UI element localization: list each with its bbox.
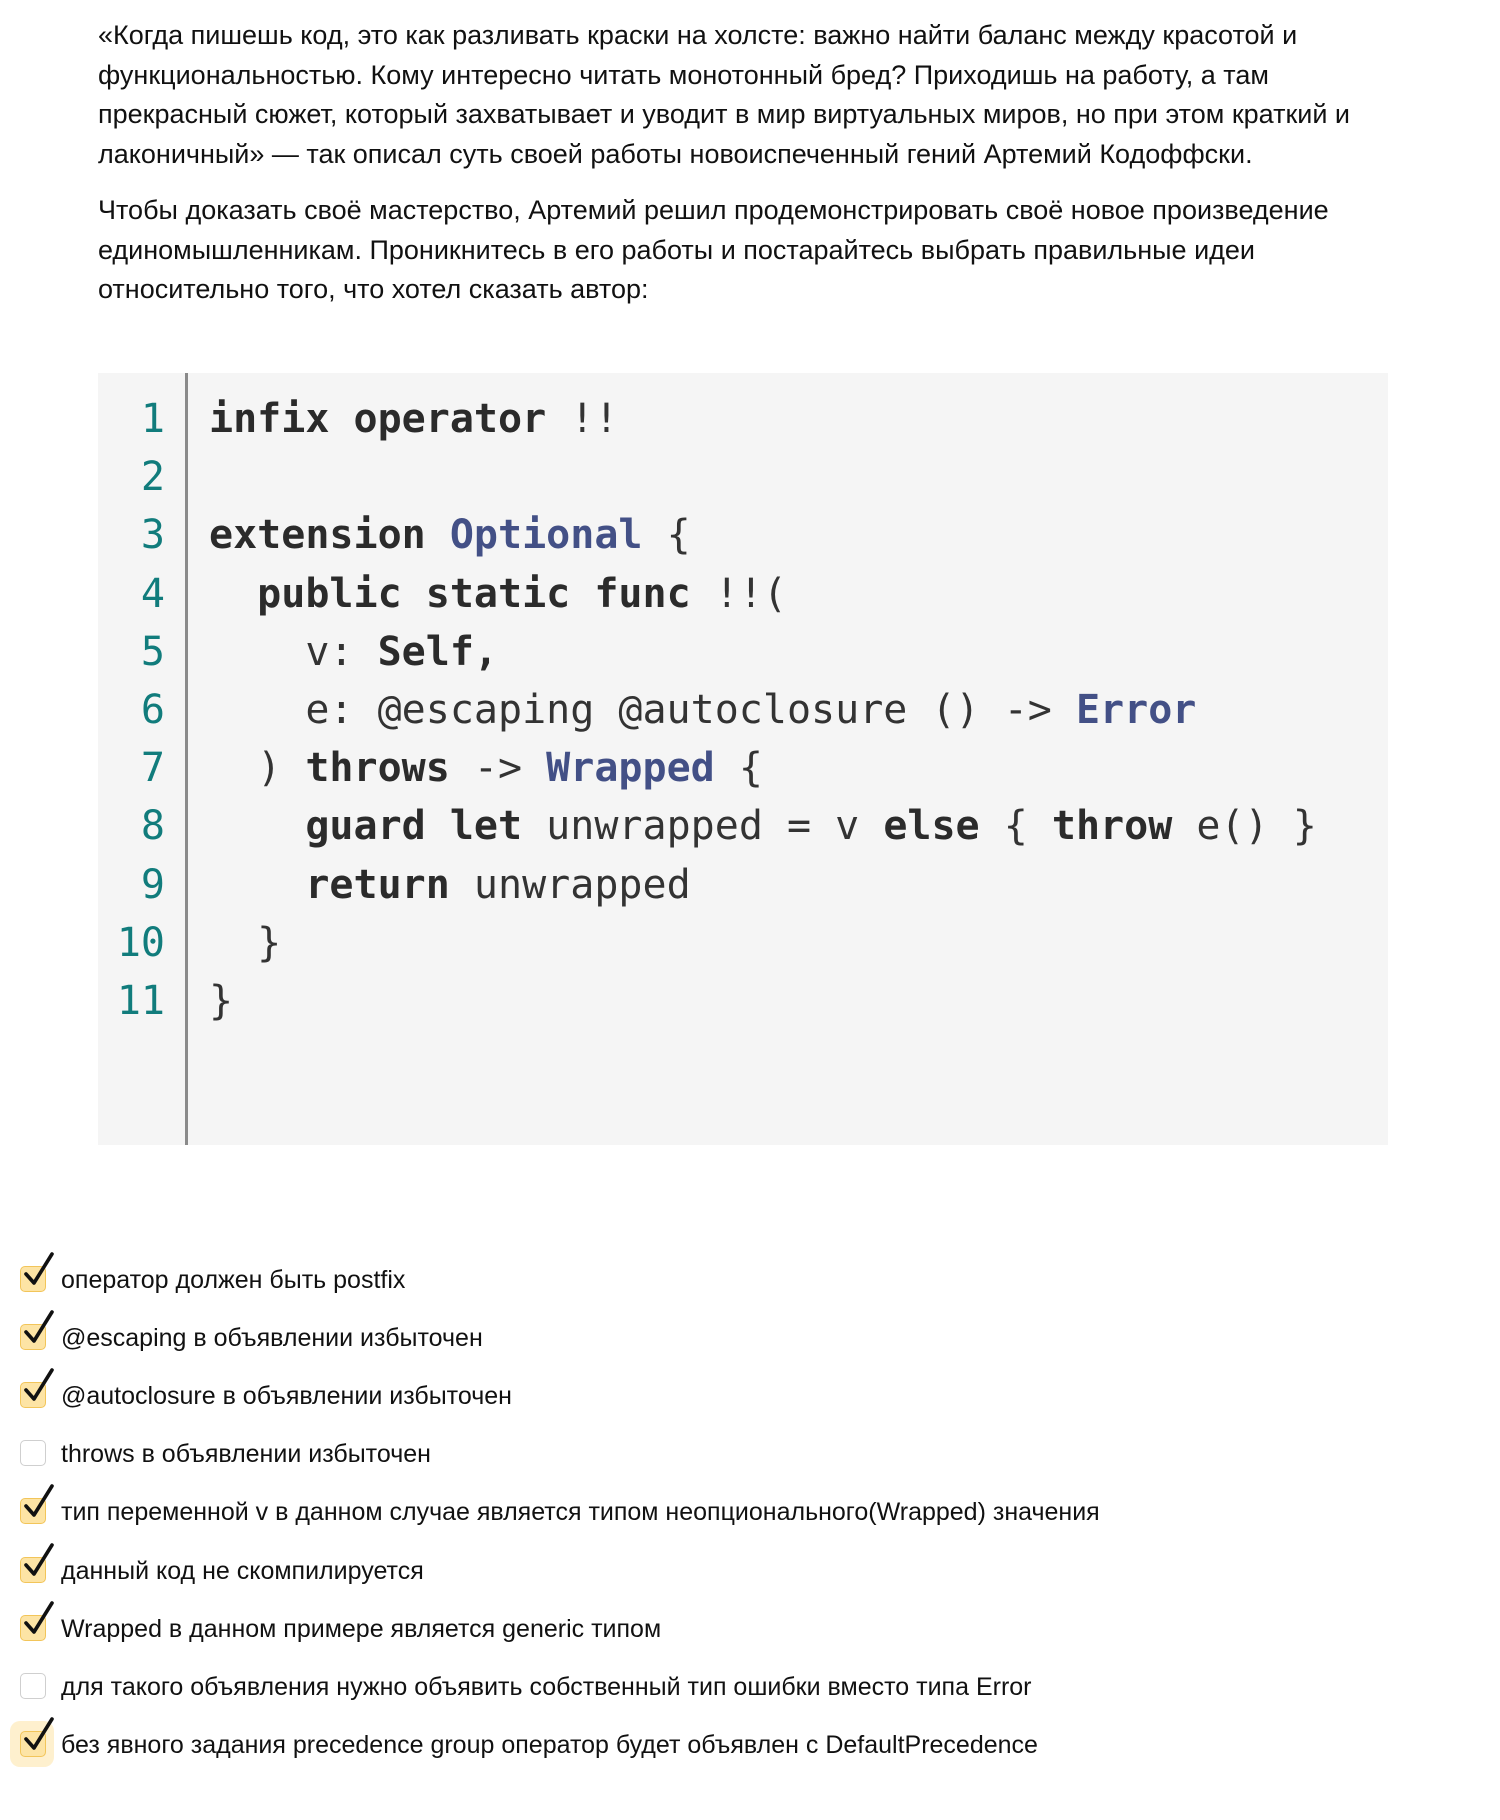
option-label: Wrapped в данном примере является generi… [61, 1614, 662, 1643]
question-text: «Когда пишешь код, это как разливать кра… [98, 16, 1398, 310]
checkmark-icon [24, 1368, 54, 1401]
option-label: для такого объявления нужно объявить соб… [61, 1672, 1032, 1701]
code-token: e: @escaping @autoclosure () -> [209, 687, 1076, 733]
line-number: 7 [140, 745, 165, 792]
gutter-divider [185, 373, 188, 1145]
checkbox[interactable] [20, 1440, 46, 1467]
line-number: 10 [116, 919, 165, 966]
code-line: guard let unwrapped = v else { throw e()… [209, 801, 1317, 851]
checkmark-icon [24, 1310, 54, 1343]
code-token: public static func [257, 570, 691, 617]
code-token: throws [305, 745, 450, 792]
answer-option[interactable]: для такого объявления нужно объявить соб… [18, 1669, 1318, 1709]
line-number: 4 [140, 570, 165, 617]
code-token: throw [1051, 803, 1173, 850]
answer-option[interactable]: данный код не скомпилируется [18, 1542, 1318, 1593]
intro-paragraph-2: Чтобы доказать своё мастерство, Артемий … [98, 195, 1329, 304]
option-label: throws в объявлении избыточен [61, 1440, 431, 1469]
option-label: оператор должен быть postfix [61, 1266, 406, 1294]
line-number: 8 [140, 803, 165, 850]
option-label: тип переменной v в данном случае являетс… [61, 1498, 1100, 1527]
code-token: Error [1075, 687, 1197, 733]
line-number: 2 [140, 454, 165, 501]
intro-paragraph-1: «Когда пишешь код, это как разливать кра… [98, 20, 1351, 169]
code-token: return [305, 861, 450, 908]
code-line: infix operator !! [209, 394, 618, 444]
code-block: 1 2 3 4 5 6 7 8 9 10 11 infix operator !! extension… [98, 373, 1388, 1145]
line-number: 5 [140, 628, 165, 675]
code-token: v: [209, 628, 378, 675]
code-token: e() } [1172, 803, 1317, 850]
code-token: unwrapped = v [522, 803, 884, 850]
code-token: guard let [305, 803, 523, 850]
code-line: } [209, 918, 281, 968]
code-token: } [209, 919, 282, 966]
line-number-gutter: 1 2 3 4 5 6 7 8 9 10 11 [98, 373, 185, 1145]
answer-option[interactable]: @autoclosure в объявлении избыточен [18, 1368, 1318, 1418]
code-line: e: @escaping @autoclosure () -> Error [209, 685, 1196, 735]
answer-option[interactable]: оператор должен быть postfix [18, 1252, 1318, 1302]
code-token: { [714, 745, 763, 792]
code-line: return unwrapped [209, 860, 691, 910]
code-token: Wrapped [546, 745, 715, 792]
line-number: 11 [116, 978, 165, 1024]
code-token: Self [377, 628, 474, 675]
option-label: @autoclosure в объявлении избыточен [61, 1382, 512, 1411]
code-token: { [642, 512, 691, 559]
code-token: } [209, 978, 234, 1024]
checkmark-icon [24, 1716, 54, 1750]
code-line: public static func !!( [209, 569, 787, 619]
checkmark-icon [24, 1252, 54, 1285]
code-token: , [473, 628, 498, 675]
code-token: ) [209, 745, 306, 792]
code-token: !!( [690, 570, 787, 617]
line-number: 3 [140, 512, 165, 559]
line-number: 9 [140, 861, 165, 908]
answer-option[interactable]: тип переменной v в данном случае являетс… [18, 1484, 1318, 1534]
line-number: 6 [140, 687, 165, 733]
answer-option[interactable]: @escaping в объявлении избыточен [18, 1310, 1318, 1360]
code-line: } [209, 976, 233, 1026]
code-token: !! [546, 396, 619, 442]
checkmark-icon [24, 1484, 54, 1518]
option-label: данный код не скомпилируется [61, 1556, 424, 1585]
answer-option[interactable]: throws в объявлении избыточен [18, 1436, 1318, 1476]
answer-option[interactable]: Wrapped в данном примере является generi… [18, 1600, 1318, 1651]
code-token: unwrapped [449, 861, 691, 908]
code-token: extension [209, 512, 426, 559]
code-line: v: Self, [209, 627, 498, 677]
checkbox[interactable] [20, 1672, 46, 1699]
checkmark-icon [24, 1542, 54, 1576]
line-number: 1 [140, 396, 165, 442]
code-line: ) throws -> Wrapped { [209, 743, 763, 793]
code-token: infix operator [209, 396, 547, 442]
checkmark-icon [24, 1600, 54, 1634]
code-line: extension Optional { [209, 510, 691, 560]
code-token: { [979, 803, 1052, 850]
answer-option[interactable]: без явного задания precedence group опер… [10, 1716, 1318, 1767]
option-label: без явного задания precedence group опер… [61, 1730, 1038, 1759]
option-label: @escaping в объявлении избыточен [61, 1324, 483, 1353]
code-token: Optional [449, 512, 643, 559]
code-token: -> [449, 745, 547, 792]
code-token: else [883, 803, 980, 850]
